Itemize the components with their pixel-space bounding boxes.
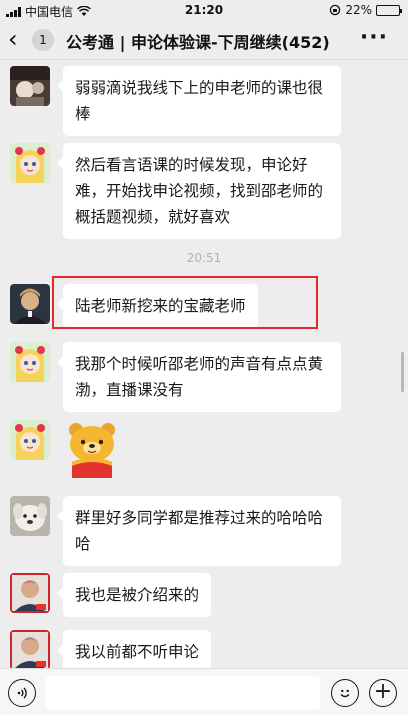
avatar-man-red-icon (10, 573, 50, 613)
message-bubble[interactable]: 群里好多同学都是推荐过来的哈哈哈哈 (57, 496, 341, 566)
voice-icon[interactable] (8, 679, 36, 707)
chevron-left-icon[interactable]: ‹ (8, 26, 18, 52)
avatar[interactable] (10, 342, 50, 382)
avatar-photo-dark-icon (10, 66, 50, 106)
plus-icon[interactable]: + (369, 679, 397, 707)
emoji-icon[interactable] (331, 679, 359, 707)
message-bubble[interactable]: 弱弱滴说我线下上的申老师的课也很棒 (57, 66, 341, 136)
avatar-cartoon-girl-icon (10, 420, 50, 460)
message-input[interactable] (46, 676, 320, 710)
chat-input-bar: + (0, 668, 408, 715)
status-right: 22% (329, 3, 402, 17)
avatar[interactable] (10, 420, 50, 460)
scrollbar[interactable] (401, 352, 404, 392)
avatar[interactable] (10, 496, 50, 536)
avatar[interactable] (10, 284, 50, 324)
message-bubble[interactable]: 我也是被介绍来的 (56, 573, 212, 617)
more-icon[interactable]: ··· (360, 26, 388, 50)
winnie-pooh-sticker-icon (69, 423, 115, 478)
chat-title: 公考通 | 申论体验课-下周继续(452) (66, 33, 330, 52)
unread-count-badge[interactable]: 1 (32, 29, 54, 51)
status-bar: 中国电信 21:20 22% (0, 0, 408, 20)
battery-icon (376, 4, 402, 16)
avatar-actor-icon (10, 284, 50, 324)
voice-waves-icon (17, 687, 27, 699)
avatar[interactable] (10, 143, 50, 183)
avatar[interactable] (10, 573, 50, 613)
battery-percent: 22% (345, 3, 372, 17)
message-bubble[interactable]: 我那个时候听邵老师的声音有点点黄渤，直播课没有 (57, 342, 341, 412)
highlight-box (52, 276, 318, 329)
avatar-cartoon-girl-icon (10, 143, 50, 183)
avatar-cartoon-girl-icon (10, 342, 50, 382)
avatar[interactable] (10, 630, 50, 670)
avatar-man-red-icon (10, 630, 50, 670)
chat-header: ‹ 1 公考通 | 申论体验课-下周继续(452) ··· (0, 20, 408, 60)
message-bubble[interactable]: 然后看言语课的时候发现，申论好难，开始找申论视频，找到邵老师的概括题视频，就好喜… (57, 143, 341, 239)
chat-timestamp: 20:51 (186, 251, 222, 265)
orientation-lock-icon (330, 4, 341, 16)
avatar-dog-icon (10, 496, 50, 536)
winnie-pooh-sticker[interactable] (62, 418, 122, 478)
avatar[interactable] (10, 66, 50, 106)
smile-face-icon (340, 689, 350, 698)
